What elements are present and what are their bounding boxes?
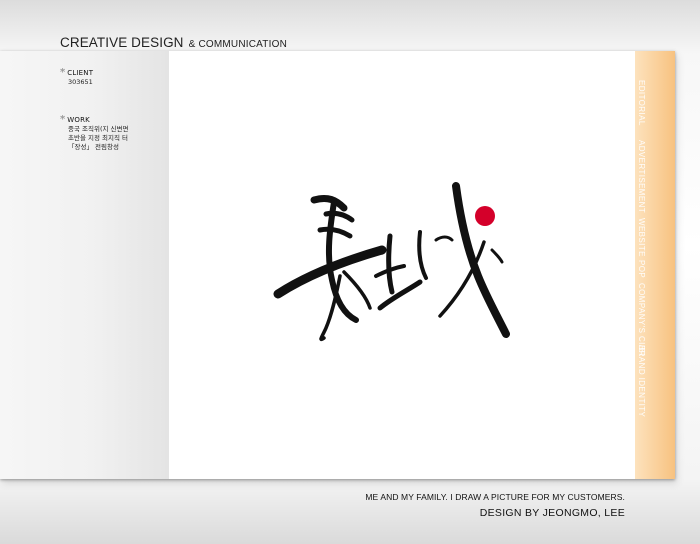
tab-website[interactable]: WEBSITE [637, 218, 646, 257]
asterisk-icon: * [60, 114, 66, 125]
asterisk-icon: * [60, 67, 66, 78]
header-title: CREATIVE DESIGN [60, 35, 184, 50]
red-seal-dot [475, 206, 495, 226]
site-header: CREATIVE DESIGN & COMMUNICATION [60, 32, 287, 51]
work-info: * WORK 중국 조직위(지 신변면 초반을 지정 최지직 터 「장성」 전림… [60, 115, 129, 152]
footer-credit: DESIGN BY JEONGMO, LEE [479, 507, 625, 519]
client-info: * CLIENT 303651 [60, 68, 93, 87]
tab-brand-identity[interactable]: BRAND IDENTITY [637, 345, 646, 417]
calligraphy-artwork [273, 182, 510, 342]
footer-tagline: ME AND MY FAMILY. I DRAW A PICTURE FOR M… [365, 492, 625, 502]
tab-advertisement[interactable]: ADVERTISEMENT [637, 140, 646, 213]
tab-editorial[interactable]: EDITORIAL [637, 80, 646, 126]
client-value: 303651 [68, 78, 93, 86]
work-line: 중국 조직위(지 신변면 [68, 125, 129, 133]
work-label: WORK [67, 116, 90, 124]
work-line: 초반을 지정 최지직 터 [68, 134, 129, 142]
work-line: 「장성」 전림창성 [68, 143, 119, 151]
tab-pop[interactable]: POP [637, 260, 646, 278]
header-subtitle: & COMMUNICATION [188, 39, 287, 50]
section-tabs: EDITORIAL ADVERTISEMENT WEBSITE POP COMP… [637, 80, 649, 417]
client-label: CLIENT [67, 69, 94, 77]
